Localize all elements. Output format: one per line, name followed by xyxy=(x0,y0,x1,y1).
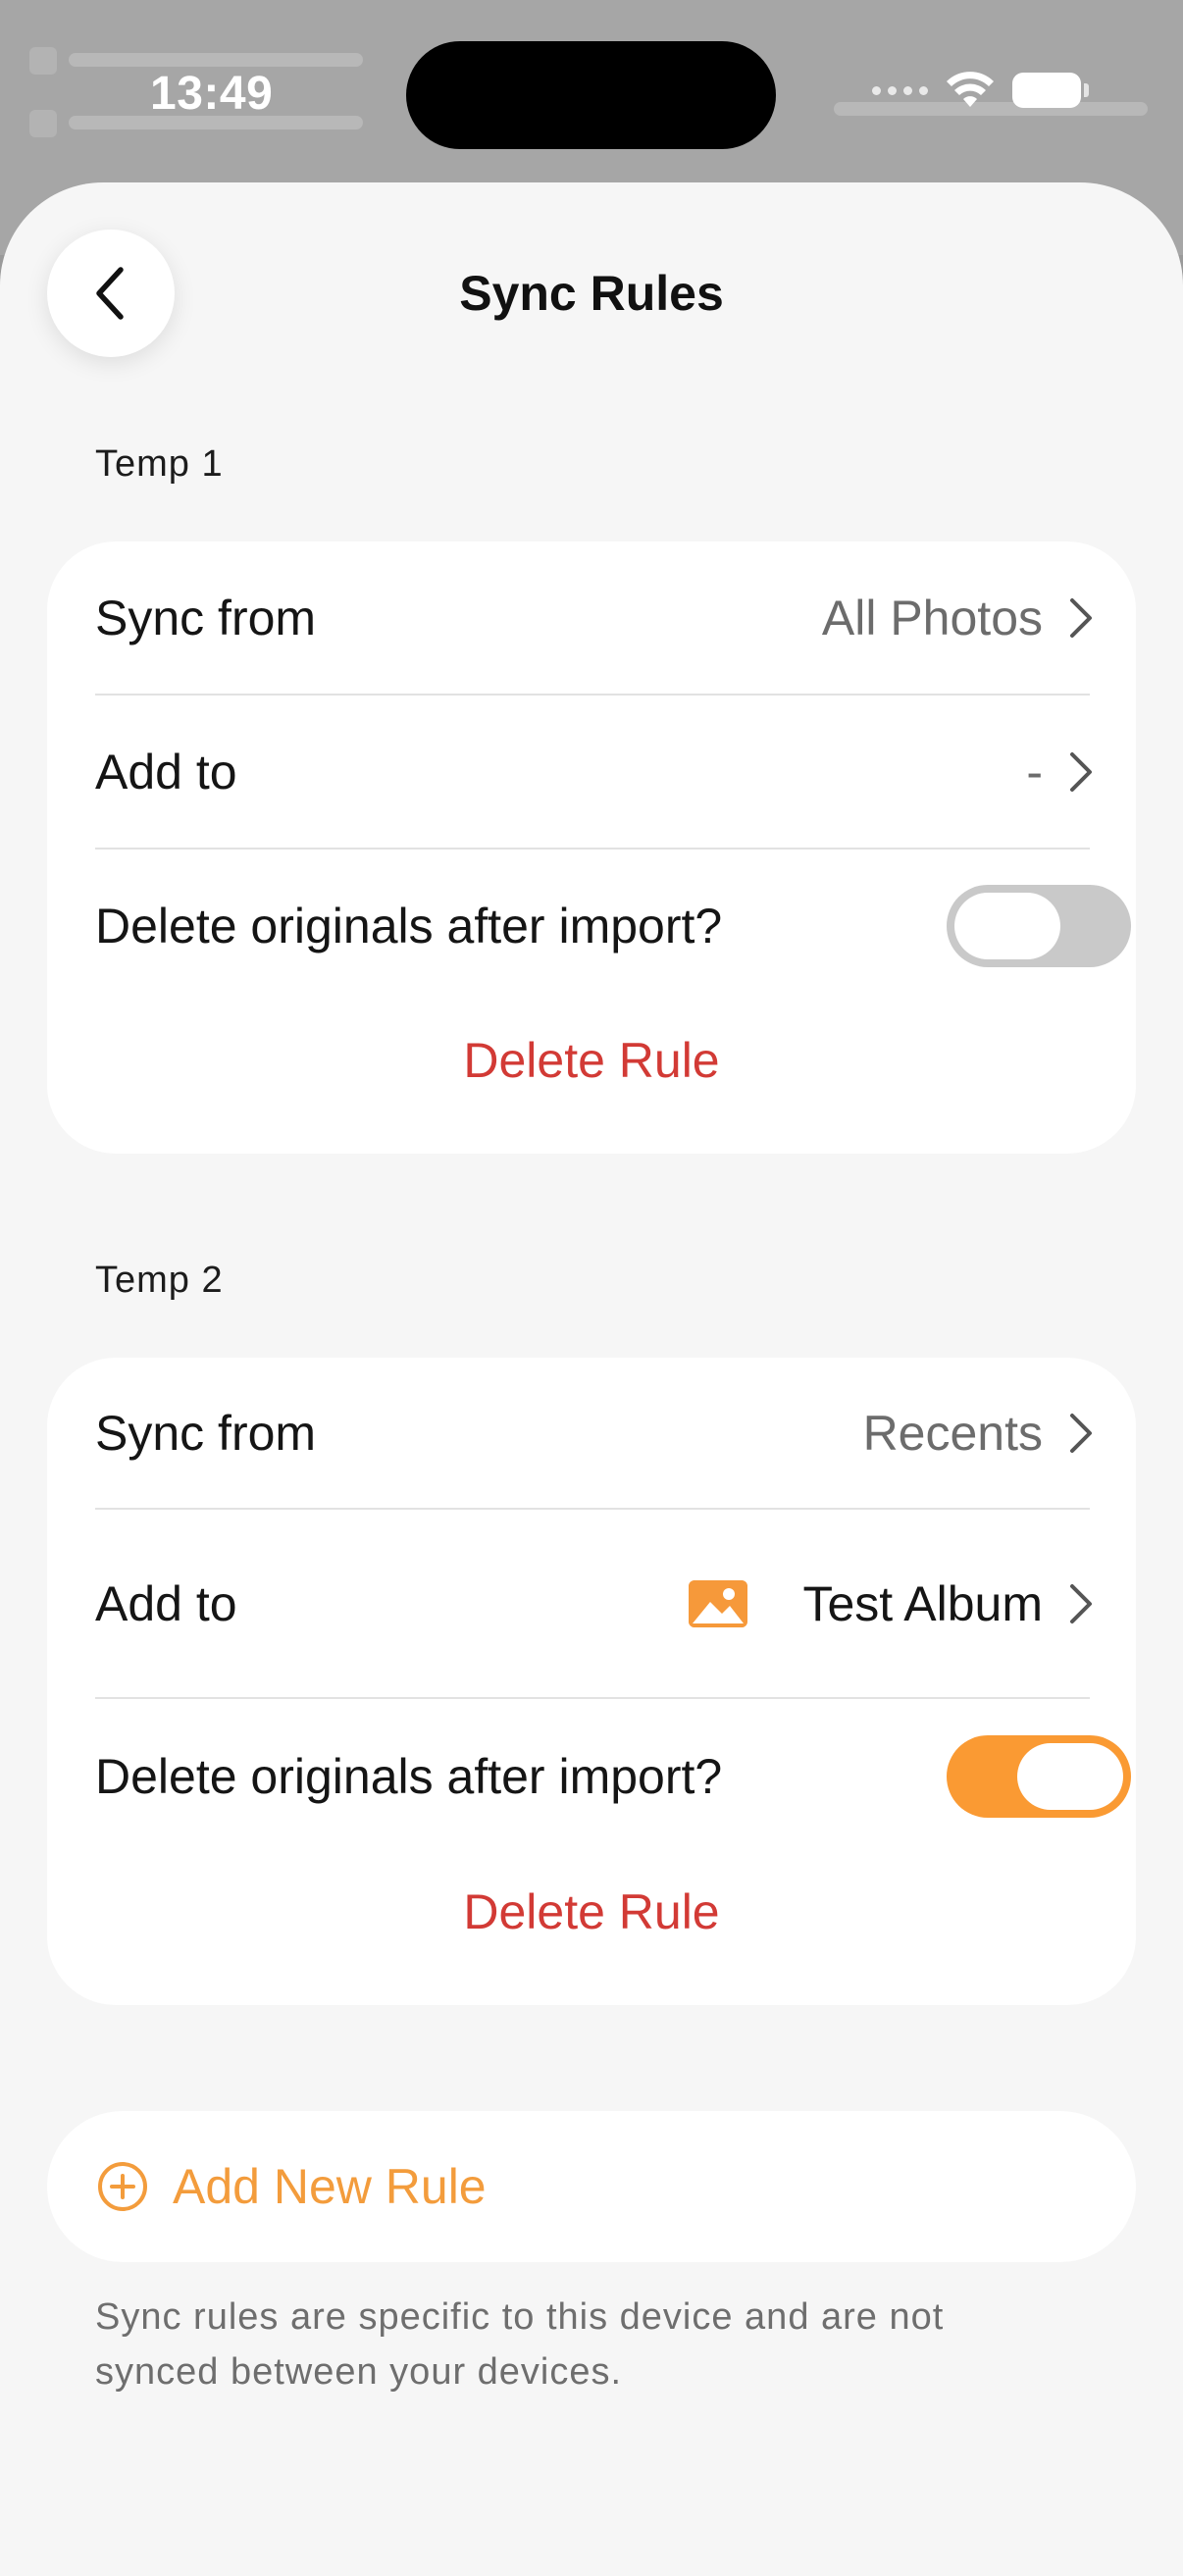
sync-from-label: Sync from xyxy=(95,1406,317,1461)
battery-icon xyxy=(1012,73,1089,108)
chevron-right-icon xyxy=(1070,1414,1092,1453)
toggle-knob xyxy=(954,893,1060,959)
plus-circle-icon xyxy=(98,2162,147,2211)
add-new-rule-button[interactable]: Add New Rule xyxy=(47,2111,1136,2262)
rule-card: Sync from Recents Add to Test Album Dele… xyxy=(47,1358,1136,2005)
delete-rule-button[interactable]: Delete Rule xyxy=(47,1883,1136,1940)
delete-originals-row: Delete originals after import? xyxy=(95,1699,1131,1854)
sync-from-row[interactable]: Sync from All Photos xyxy=(95,541,1094,695)
sync-from-value: All Photos xyxy=(821,591,1043,645)
sync-from-value: Recents xyxy=(862,1406,1043,1461)
page-title: Sync Rules xyxy=(459,266,724,321)
background-icon xyxy=(29,110,57,137)
delete-rule-button[interactable]: Delete Rule xyxy=(47,1032,1136,1089)
dynamic-island xyxy=(406,41,776,149)
background-icon xyxy=(29,47,57,75)
sync-from-row[interactable]: Sync from Recents xyxy=(95,1358,1094,1509)
rule-card: Sync from All Photos Add to - Delete ori… xyxy=(47,541,1136,1154)
signal-icon xyxy=(872,85,928,95)
delete-originals-toggle[interactable] xyxy=(947,1735,1131,1818)
sync-from-label: Sync from xyxy=(95,591,317,645)
add-to-value: Test Album xyxy=(802,1576,1043,1631)
add-to-label: Add to xyxy=(95,1576,237,1631)
delete-originals-row: Delete originals after import? xyxy=(95,850,1131,1003)
chevron-right-icon xyxy=(1070,752,1092,792)
add-to-row[interactable]: Add to - xyxy=(95,696,1094,849)
footnote: Sync rules are specific to this device a… xyxy=(95,2296,945,2393)
delete-originals-label: Delete originals after import? xyxy=(95,1749,723,1804)
wifi-icon xyxy=(947,72,994,107)
delete-originals-label: Delete originals after import? xyxy=(95,899,723,953)
add-to-label: Add to xyxy=(95,745,237,799)
add-to-row[interactable]: Add to Test Album xyxy=(95,1510,1094,1698)
rule-name: Temp 2 xyxy=(95,1260,224,1301)
rule-name: Temp 1 xyxy=(95,443,224,485)
background-line xyxy=(69,53,363,67)
add-new-rule-label: Add New Rule xyxy=(173,2159,487,2214)
status-time: 13:49 xyxy=(150,68,274,120)
chevron-right-icon xyxy=(1070,1584,1092,1623)
add-to-value: - xyxy=(1026,745,1043,799)
status-indicators xyxy=(872,72,1089,109)
chevron-right-icon xyxy=(1070,598,1092,638)
delete-originals-toggle[interactable] xyxy=(947,885,1131,967)
photo-album-icon xyxy=(689,1580,748,1627)
toggle-knob xyxy=(1017,1743,1123,1810)
